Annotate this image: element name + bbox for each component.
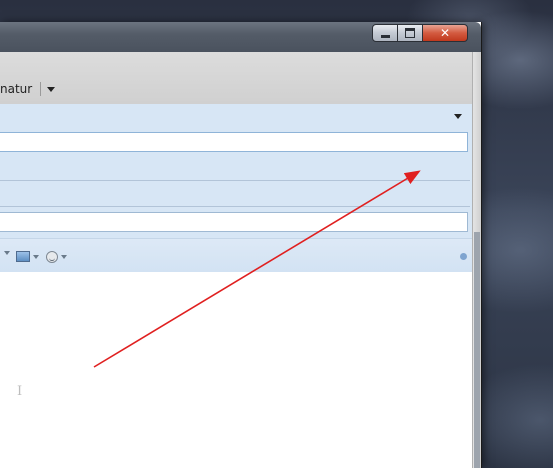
scrollbar-thumb[interactable] — [474, 232, 480, 468]
from-row — [0, 104, 472, 128]
header-fields — [0, 104, 472, 273]
insert-picture-button[interactable] — [16, 251, 39, 262]
toolbar-separator — [40, 82, 42, 96]
format-toolbar — [0, 238, 472, 273]
format-dropdown[interactable] — [4, 251, 10, 255]
divider — [0, 206, 470, 207]
signature-label: natur — [0, 82, 33, 96]
chevron-down-icon — [61, 255, 67, 259]
dropdown-icon[interactable] — [47, 86, 56, 92]
scrollbar[interactable] — [472, 52, 481, 468]
maximize-button[interactable] — [397, 24, 423, 42]
status-dot-icon — [460, 253, 467, 260]
caption-buttons: ✕ — [372, 24, 468, 44]
to-field[interactable] — [0, 132, 468, 152]
minimize-icon — [380, 35, 390, 38]
title-bar: ✕ — [0, 22, 481, 52]
toolbar: natur — [0, 52, 472, 105]
chevron-down-icon — [33, 254, 39, 259]
close-button[interactable]: ✕ — [422, 24, 468, 42]
text-cursor-icon: I — [17, 384, 23, 399]
insert-emoticon-button[interactable] — [46, 251, 67, 263]
maximize-icon — [405, 28, 415, 38]
from-dropdown-icon[interactable] — [454, 114, 462, 119]
close-icon: ✕ — [439, 26, 451, 40]
divider — [0, 180, 470, 181]
message-body[interactable]: I — [0, 272, 472, 468]
compose-window: ✕ natur I — [0, 22, 482, 468]
subject-field[interactable] — [0, 212, 468, 232]
minimize-button[interactable] — [372, 24, 398, 42]
picture-icon — [16, 251, 30, 262]
emoticon-icon — [46, 251, 58, 263]
signature-button[interactable]: natur — [0, 78, 56, 100]
chevron-down-icon — [4, 251, 10, 255]
